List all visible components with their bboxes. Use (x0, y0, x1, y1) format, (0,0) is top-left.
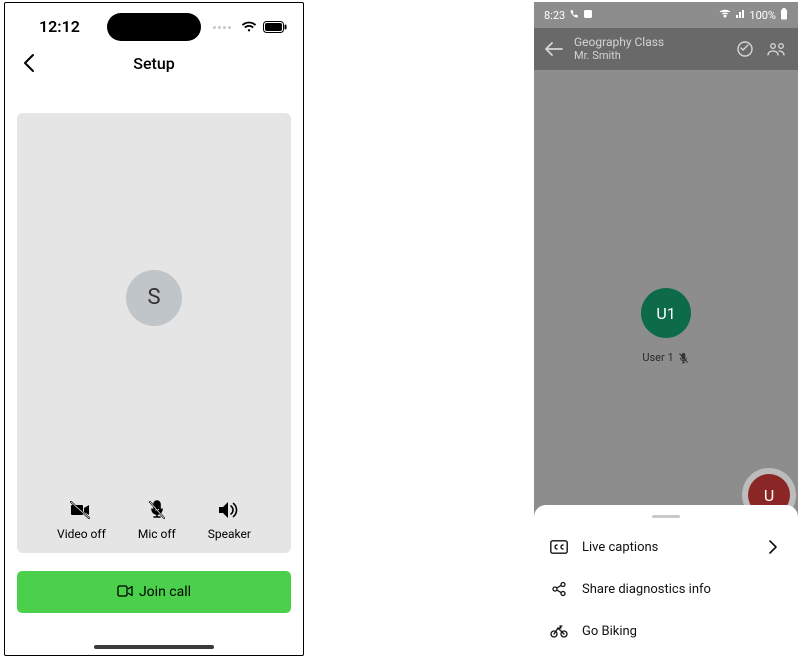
wifi-icon (241, 21, 257, 33)
avatar-initial: S (147, 285, 160, 310)
status-time: 8:23 (544, 9, 565, 22)
participants-button[interactable] (766, 38, 788, 60)
join-call-label: Join call (139, 584, 191, 600)
call-title: Geography Class (574, 36, 724, 50)
video-call-icon (117, 584, 133, 600)
call-header-bar: Geography Class Mr. Smith (534, 28, 798, 70)
call-subtitle: Mr. Smith (574, 50, 724, 63)
join-call-button[interactable]: Join call (17, 571, 291, 613)
video-toggle-button[interactable]: Video off (57, 499, 106, 541)
battery-text: 100% (749, 9, 776, 22)
right-phone-frame: 8:23 100% Geography Class (534, 2, 798, 658)
participant-tile[interactable]: U1 User 1 (641, 288, 691, 365)
video-preview-panel: S Video off Mic off Speaker (17, 113, 291, 553)
cc-icon (550, 538, 568, 556)
user-avatar: S (126, 270, 182, 326)
page-title: Setup (133, 54, 174, 73)
cellular-dots-icon (213, 26, 231, 29)
home-indicator[interactable] (94, 645, 214, 649)
chevron-right-icon (768, 540, 782, 554)
chat-icon (736, 40, 754, 58)
speaker-icon (217, 499, 241, 521)
mic-muted-icon (678, 352, 690, 364)
call-titles: Geography Class Mr. Smith (574, 36, 724, 62)
media-controls-row: Video off Mic off Speaker (17, 499, 291, 541)
participant-name: User 1 (642, 351, 673, 364)
back-button[interactable] (544, 39, 564, 59)
left-status-bar: 12:12 (5, 3, 303, 43)
setup-header: Setup (5, 43, 303, 83)
back-button[interactable] (17, 51, 41, 75)
right-status-bar: 8:23 100% (534, 2, 798, 28)
mic-toggle-label: Mic off (138, 527, 176, 541)
wifi-call-icon (719, 9, 731, 22)
participant-name-row: User 1 (642, 351, 689, 364)
signal-icon (735, 9, 745, 22)
left-phone-frame: 12:12 Setup S Video off (4, 2, 304, 656)
battery-icon (780, 8, 788, 23)
go-biking-item[interactable]: Go Biking (534, 610, 798, 652)
status-time: 12:12 (39, 17, 80, 36)
arrow-left-icon (545, 42, 563, 56)
chat-button[interactable] (734, 38, 756, 60)
people-icon (767, 41, 787, 57)
live-captions-item[interactable]: Live captions (534, 526, 798, 568)
status-icons (213, 21, 287, 33)
share-diagnostics-item[interactable]: Share diagnostics info (534, 568, 798, 610)
mic-off-icon (145, 499, 169, 521)
live-captions-label: Live captions (582, 540, 658, 555)
share-icon (550, 580, 568, 598)
phone-icon (569, 9, 579, 22)
status-right-cluster: 100% (719, 8, 788, 23)
participant-avatar: U1 (641, 288, 691, 338)
notification-icon (583, 9, 593, 22)
call-canvas: U1 User 1 (534, 70, 798, 530)
notch (107, 13, 201, 41)
self-avatar-initial: U (764, 486, 774, 505)
speaker-toggle-button[interactable]: Speaker (208, 499, 251, 541)
battery-icon (263, 21, 287, 33)
status-left-cluster: 8:23 (544, 9, 593, 22)
video-off-icon (69, 499, 93, 521)
share-diagnostics-label: Share diagnostics info (582, 582, 711, 597)
sheet-grabber[interactable] (652, 515, 680, 518)
participant-initials: U1 (656, 304, 675, 323)
mic-toggle-button[interactable]: Mic off (138, 499, 176, 541)
speaker-toggle-label: Speaker (208, 527, 251, 541)
bike-icon (550, 622, 568, 640)
actions-bottom-sheet: Live captions Share diagnostics info Go … (534, 505, 798, 658)
chevron-left-icon (22, 53, 36, 73)
go-biking-label: Go Biking (582, 624, 637, 639)
video-toggle-label: Video off (57, 527, 106, 541)
